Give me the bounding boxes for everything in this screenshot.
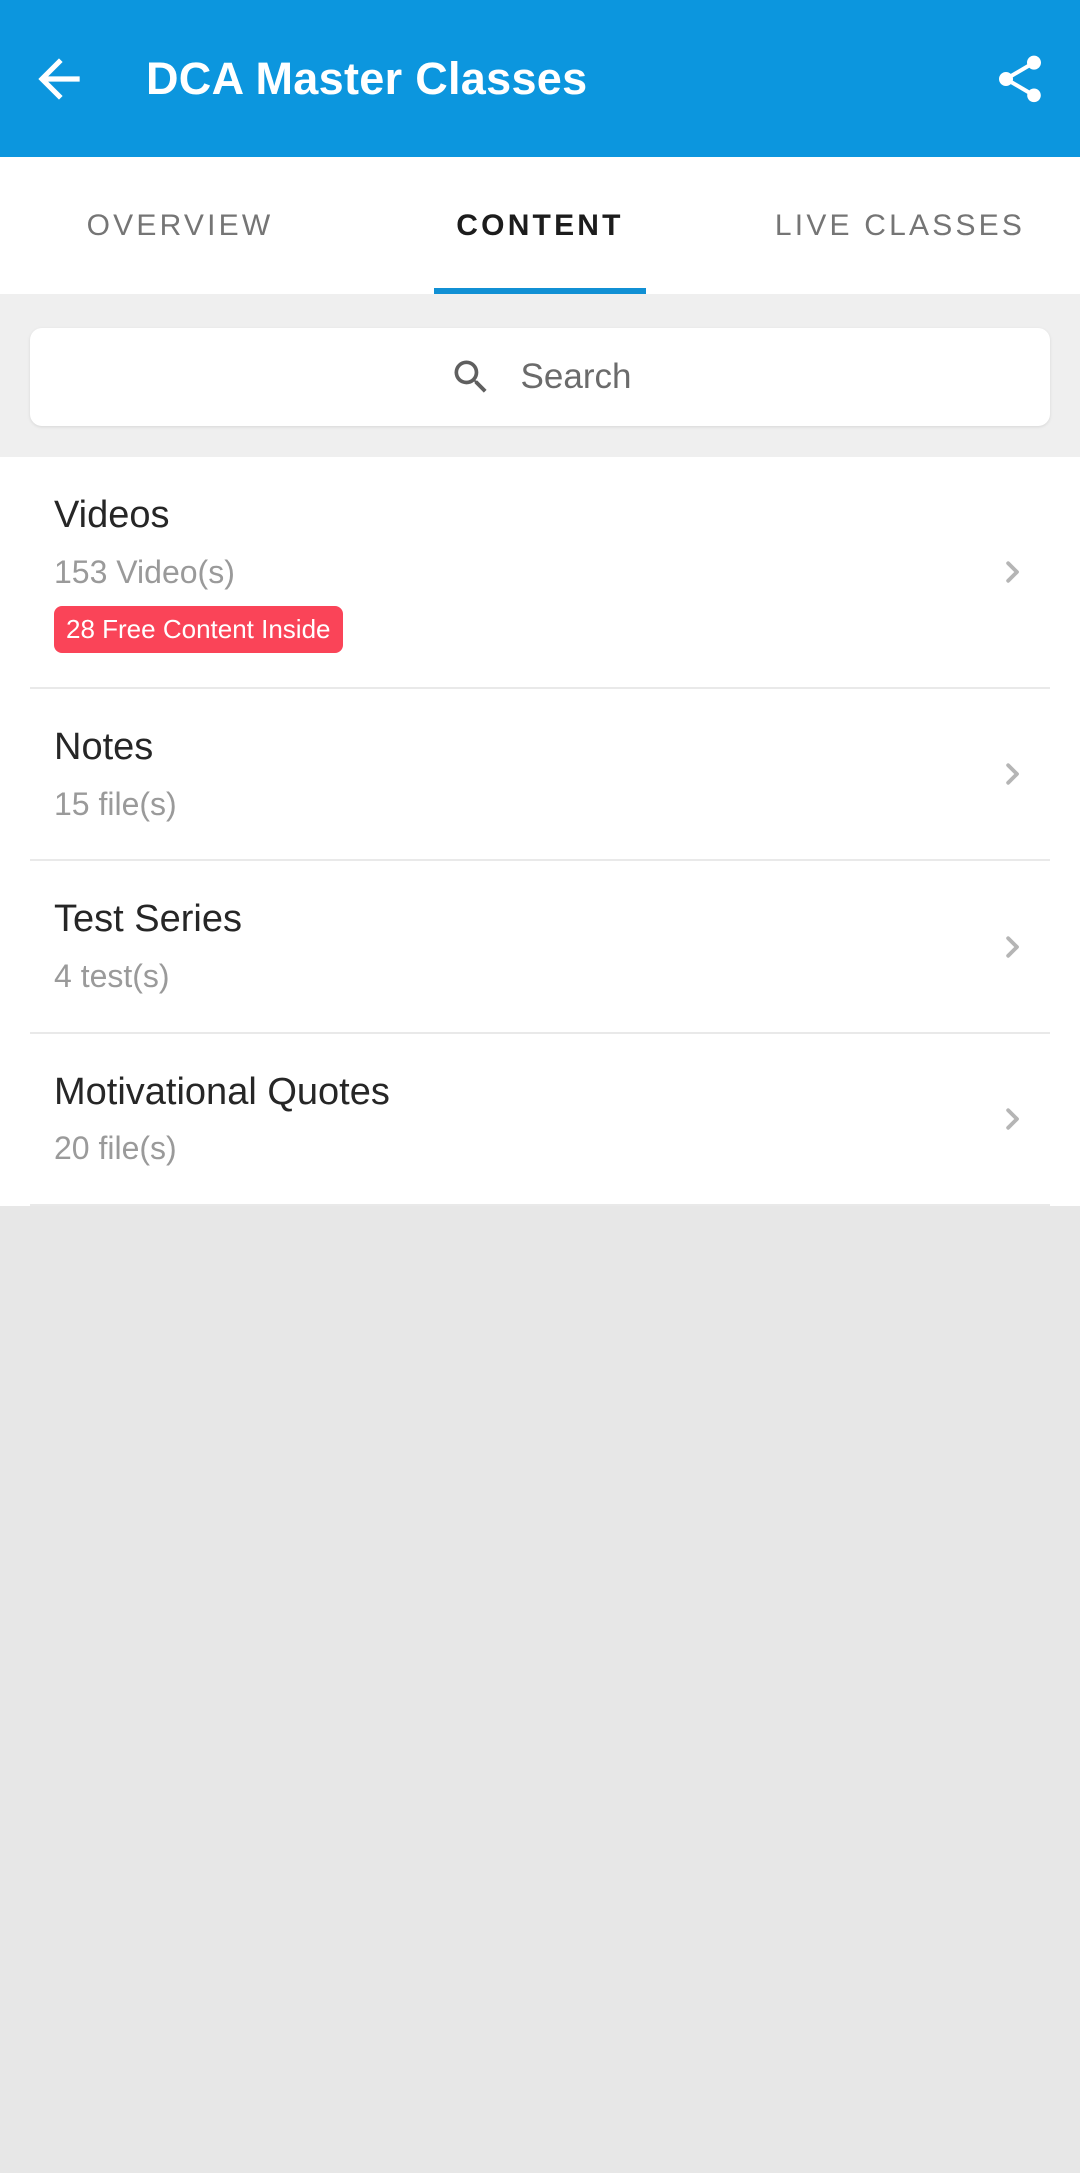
list-item-notes[interactable]: Notes 15 file(s): [0, 689, 1080, 859]
chevron-right-icon[interactable]: [974, 751, 1050, 797]
list-item-subtitle: 153 Video(s): [54, 553, 235, 590]
list-divider: [30, 1203, 1050, 1206]
list-item-title: Notes: [54, 726, 154, 769]
page-title: DCA Master Classes: [146, 53, 588, 104]
share-icon: [992, 51, 1048, 107]
chevron-right-icon[interactable]: [974, 1096, 1050, 1142]
tab-content-label: CONTENT: [456, 208, 624, 242]
list-item-test-series[interactable]: Test Series 4 test(s): [0, 861, 1080, 1031]
list-item-text: Motivational Quotes 20 file(s): [30, 1034, 974, 1204]
search-placeholder: Search: [520, 357, 632, 396]
list-item-title: Test Series: [54, 898, 242, 941]
search-strip: Search: [0, 294, 1080, 457]
tab-content[interactable]: CONTENT: [360, 157, 720, 294]
list-item-text: Notes 15 file(s): [30, 689, 974, 859]
list-item-videos[interactable]: Videos 153 Video(s) 28 Free Content Insi…: [0, 457, 1080, 687]
free-content-badge: 28 Free Content Inside: [54, 606, 343, 654]
tab-bar: OVERVIEW CONTENT LIVE CLASSES: [0, 157, 1080, 294]
chevron-right-icon[interactable]: [974, 924, 1050, 970]
tab-overview-label: OVERVIEW: [86, 208, 274, 242]
list-item-subtitle: 15 file(s): [54, 785, 177, 822]
share-button[interactable]: [960, 0, 1080, 157]
list-item-text: Test Series 4 test(s): [30, 861, 974, 1031]
back-button[interactable]: [0, 0, 118, 157]
list-item-text: Videos 153 Video(s) 28 Free Content Insi…: [30, 457, 974, 687]
list-item-title: Videos: [54, 494, 170, 536]
list-item-subtitle: 20 file(s): [54, 1130, 177, 1167]
list-item-motivational-quotes[interactable]: Motivational Quotes 20 file(s): [0, 1034, 1080, 1204]
tab-live-classes[interactable]: LIVE CLASSES: [720, 157, 1080, 294]
chevron-right-icon[interactable]: [974, 549, 1050, 595]
app-bar: DCA Master Classes: [0, 0, 1080, 157]
search-input-inner: Search: [449, 355, 632, 399]
search-icon: [449, 355, 493, 399]
app-screen: DCA Master Classes OVERVIEW CONTENT LIVE…: [0, 0, 1080, 2173]
tab-overview[interactable]: OVERVIEW: [0, 157, 360, 294]
list-item-subtitle: 4 test(s): [54, 958, 170, 995]
list-item-title: Motivational Quotes: [54, 1070, 390, 1113]
search-input[interactable]: Search: [30, 328, 1050, 426]
arrow-left-icon: [28, 48, 90, 110]
tab-live-classes-label: LIVE CLASSES: [774, 208, 1026, 242]
content-list: Videos 153 Video(s) 28 Free Content Insi…: [0, 457, 1080, 1206]
